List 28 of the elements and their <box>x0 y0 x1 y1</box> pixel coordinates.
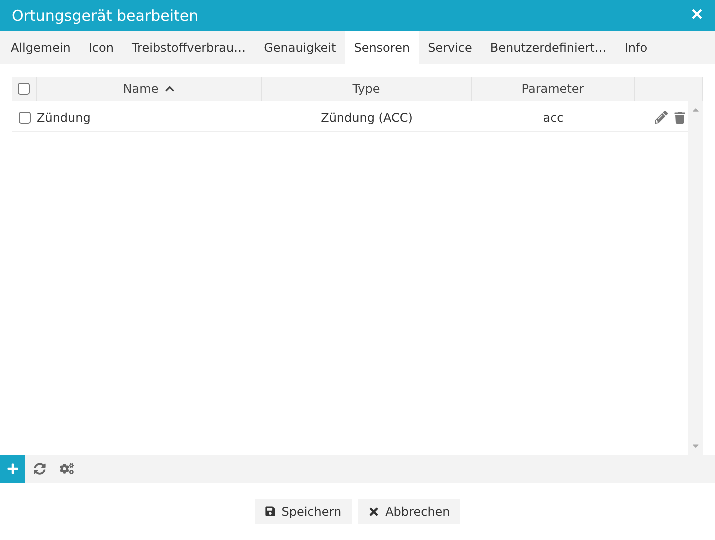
tab[interactable]: Icon <box>80 31 123 64</box>
add-button[interactable] <box>0 455 25 483</box>
row-checkbox[interactable] <box>18 112 30 124</box>
save-button[interactable]: Speichern <box>254 499 352 524</box>
trash-icon[interactable] <box>674 112 686 124</box>
tab[interactable]: Treibstoffverbrau… <box>122 31 256 64</box>
sort-ascending-icon <box>164 84 175 94</box>
tab[interactable]: Allgemein <box>2 31 80 64</box>
gears-icon <box>60 462 74 476</box>
tab[interactable]: Benutzerdefiniert… <box>481 31 616 64</box>
column-header[interactable]: Type <box>262 77 472 101</box>
plus-icon <box>6 463 18 475</box>
cancel-button[interactable]: Abbrechen <box>358 499 460 524</box>
table-cell: Zündung (ACC) <box>321 110 413 124</box>
tab[interactable]: Info <box>616 31 657 64</box>
table-cell: acc <box>543 110 564 124</box>
column-header[interactable]: Parameter <box>472 77 635 101</box>
save-icon <box>264 506 276 517</box>
table-cell: Zündung <box>37 110 91 124</box>
tab[interactable]: Genauigkeit <box>255 31 346 64</box>
tab[interactable]: Service <box>419 31 482 64</box>
edit-icon[interactable] <box>655 111 668 124</box>
tab[interactable]: Sensoren <box>345 31 420 64</box>
column-header[interactable]: Name <box>37 77 262 101</box>
refresh-icon <box>34 463 46 475</box>
window-title: Ortungsgerät bearbeiten <box>12 6 199 24</box>
select-all-checkbox[interactable] <box>18 83 30 95</box>
close-icon <box>368 506 380 518</box>
